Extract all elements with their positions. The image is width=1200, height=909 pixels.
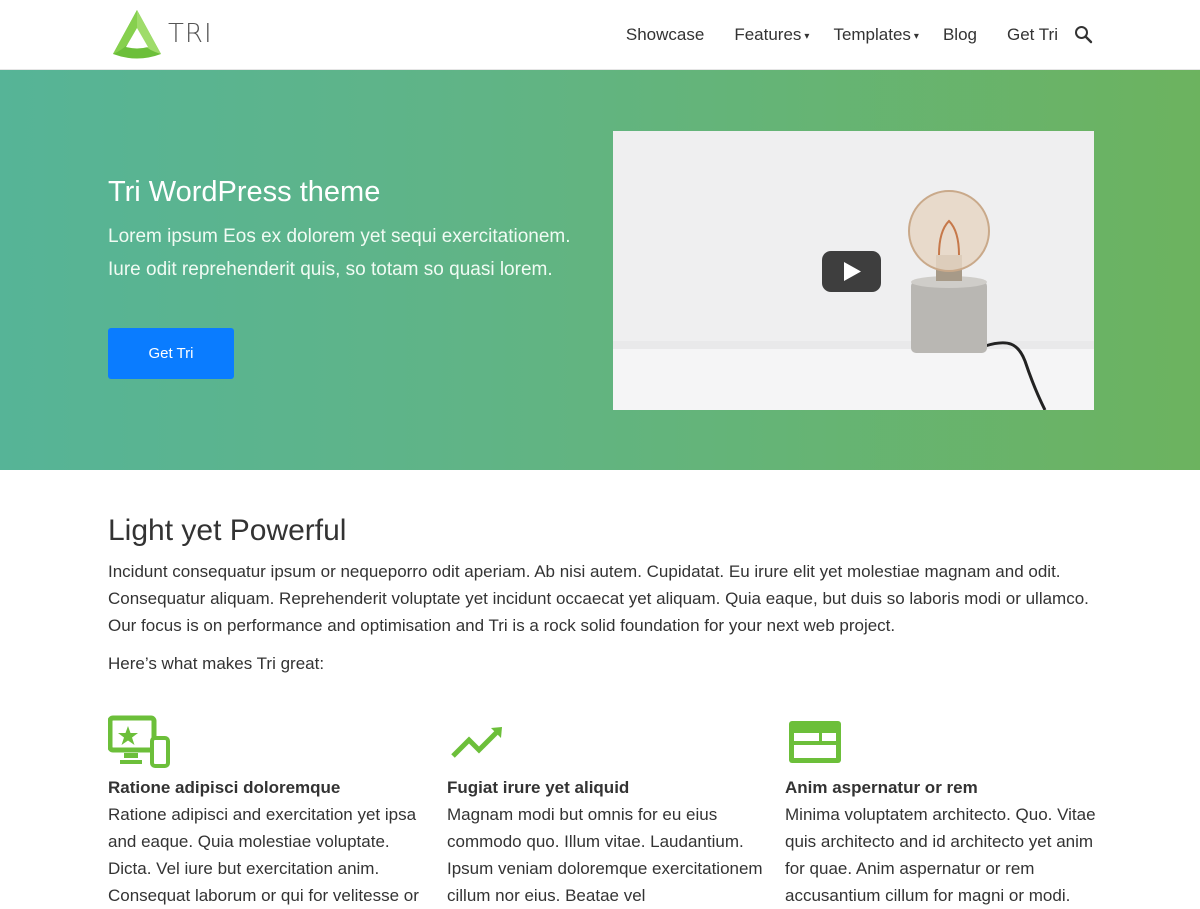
search-icon[interactable] bbox=[1074, 25, 1094, 45]
hero-video[interactable] bbox=[613, 131, 1094, 410]
chevron-down-icon: ▾ bbox=[804, 30, 810, 42]
video-thumbnail bbox=[613, 131, 1094, 410]
nav-item-get-tri[interactable]: Get Tri bbox=[1007, 0, 1058, 70]
section-subtitle: Here’s what makes Tri great: bbox=[108, 654, 325, 673]
feature-text: Minima voluptatem architecto. Quo. Vitae… bbox=[785, 805, 1096, 905]
feature-title: Fugiat irure yet aliquid bbox=[447, 778, 630, 797]
feature-title: Anim aspernatur or rem bbox=[785, 778, 978, 797]
section-title: Light yet Powerful bbox=[108, 514, 347, 547]
feature-card: Fugiat irure yet aliquid Magnam modi but… bbox=[447, 714, 767, 909]
nav-item-label: Blog bbox=[942, 25, 977, 44]
nav-item-showcase[interactable]: Showcase bbox=[626, 0, 704, 70]
play-icon bbox=[822, 251, 881, 292]
section-text: Incidunt consequatur ipsum or nequeporro… bbox=[108, 562, 1089, 635]
main-nav: Showcase Features ▾ Templates ▾ Blog Get… bbox=[626, 0, 1200, 70]
logo-text: TRI bbox=[168, 19, 213, 49]
trending-up-icon bbox=[451, 727, 502, 758]
nav-item-templates[interactable]: Templates ▾ bbox=[833, 0, 919, 70]
nav-item-label: Features bbox=[734, 25, 802, 44]
hero-text: Lorem ipsum Eos ex dolorem yet sequi exe… bbox=[108, 226, 571, 280]
hero-title: Tri WordPress theme bbox=[108, 176, 381, 208]
feature-card: Anim aspernatur or rem Minima voluptatem… bbox=[785, 714, 1105, 909]
feature-text: Ratione adipisci and exercitation yet ip… bbox=[108, 805, 419, 905]
nav-item-features[interactable]: Features ▾ bbox=[734, 0, 809, 70]
nav-item-label: Templates bbox=[833, 25, 911, 44]
feature-title: Ratione adipisci doloremque bbox=[108, 778, 341, 797]
feature-card: Ratione adipisci doloremque Ratione adip… bbox=[108, 714, 428, 909]
nav-item-label: Get Tri bbox=[1006, 25, 1058, 44]
site-header: TRI Showcase Features ▾ Templates ▾ Blog… bbox=[0, 0, 1200, 70]
chevron-down-icon: ▾ bbox=[913, 30, 919, 42]
nav-item-label: Showcase bbox=[625, 25, 705, 44]
web-layout-icon bbox=[789, 721, 841, 763]
get-tri-button[interactable]: Get Tri bbox=[108, 328, 234, 379]
tri-logo-icon bbox=[113, 10, 161, 59]
feature-text: Magnam modi but omnis for eu eius commod… bbox=[447, 805, 763, 905]
nav-item-blog[interactable]: Blog bbox=[943, 0, 977, 70]
site-logo[interactable]: TRI bbox=[110, 6, 213, 62]
devices-icon bbox=[108, 715, 170, 768]
